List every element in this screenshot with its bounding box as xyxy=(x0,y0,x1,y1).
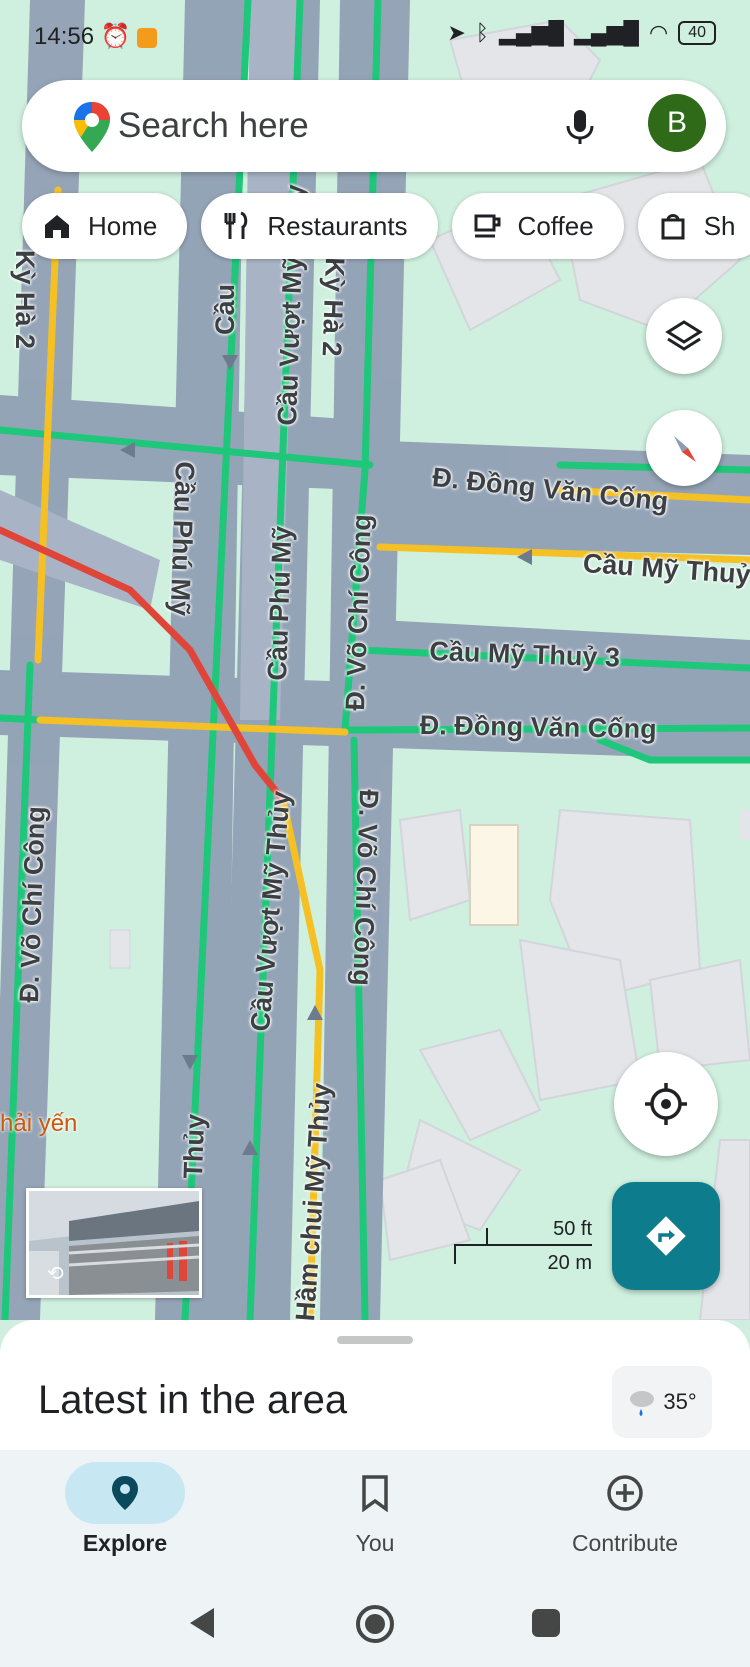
poi-label[interactable]: hải yến xyxy=(0,1110,77,1138)
road-label: Cầu Mỹ Thuỷ 3 xyxy=(428,636,621,673)
app-notification-icon xyxy=(137,27,158,48)
chip-label: Coffee xyxy=(517,210,594,241)
system-navigation-bar xyxy=(0,1570,750,1667)
chip-shopping[interactable]: Sh xyxy=(637,193,750,259)
rotate-360-icon: ⟲ xyxy=(47,1263,64,1285)
road-label: Cầu Phú Mỹ xyxy=(164,460,200,617)
weather-temp: 35° xyxy=(663,1389,697,1414)
chip-label: Restaurants xyxy=(267,210,408,241)
rain-cloud-icon xyxy=(630,1391,655,1416)
chip-coffee[interactable]: Coffee xyxy=(451,193,624,259)
map-scale: 50 ft 20 m xyxy=(452,1214,592,1274)
coffee-cup-icon xyxy=(470,209,504,243)
bottom-sheet[interactable]: Latest in the area 35° xyxy=(0,1320,750,1450)
status-time: 14:56 ⏰ xyxy=(34,22,158,51)
wifi-icon: ◠ xyxy=(649,20,669,45)
nav-you[interactable]: You xyxy=(300,1462,450,1557)
recents-icon[interactable] xyxy=(530,1607,562,1639)
signal-icon-2: ▂▄▆█ xyxy=(573,20,639,45)
location-pin-icon xyxy=(112,1476,138,1510)
nav-label: You xyxy=(355,1530,395,1556)
category-chips: Home Restaurants Coffee Sh xyxy=(22,193,750,263)
status-icons: ➤ ᛒ ▂▄▆█ ▂▄▆█ ◠ 40 xyxy=(447,20,716,46)
nav-label: Contribute xyxy=(571,1530,679,1556)
sheet-title: Latest in the area xyxy=(38,1378,348,1422)
chip-label: Home xyxy=(88,210,158,241)
search-bar[interactable]: Search here B xyxy=(22,80,726,172)
crosshair-icon xyxy=(645,1083,687,1125)
road-label: Kỳ Hà 2 xyxy=(316,256,350,358)
chip-restaurants[interactable]: Restaurants xyxy=(201,193,438,259)
scale-meters: 20 m xyxy=(547,1252,592,1274)
status-bar: 14:56 ⏰ ➤ ᛒ ▂▄▆█ ▂▄▆█ ◠ 40 xyxy=(0,0,750,70)
layers-icon xyxy=(665,320,703,351)
chip-label: Sh xyxy=(703,210,736,241)
compass-icon xyxy=(674,436,696,462)
directions-icon xyxy=(646,1216,686,1256)
road-label: Cầu Phú Mỹ xyxy=(262,525,298,682)
road-label: Đ. Đồng Văn Cống xyxy=(419,710,657,745)
shopping-bag-icon xyxy=(656,209,690,243)
my-location-button[interactable] xyxy=(614,1052,718,1156)
nav-label: Explore xyxy=(82,1530,168,1556)
bookmark-icon xyxy=(362,1475,388,1512)
back-icon[interactable] xyxy=(186,1606,218,1640)
sheet-drag-handle[interactable] xyxy=(337,1336,413,1344)
add-circle-icon xyxy=(607,1475,643,1511)
search-input[interactable]: Search here xyxy=(118,106,309,146)
street-view-thumbnail[interactable]: ⟲ xyxy=(26,1188,202,1298)
compass-button[interactable] xyxy=(646,410,722,486)
home-circle-icon[interactable] xyxy=(355,1604,395,1644)
battery-icon: 40 xyxy=(678,21,716,45)
signal-icon: ▂▄▆█ xyxy=(498,20,564,45)
avatar[interactable]: B xyxy=(648,94,706,152)
weather-badge[interactable]: 35° xyxy=(612,1366,712,1438)
bluetooth-icon: ᛒ xyxy=(475,20,489,45)
nav-contribute[interactable]: Contribute xyxy=(550,1462,700,1557)
road-label: Cầu xyxy=(210,283,240,335)
microphone-icon[interactable] xyxy=(560,106,600,146)
road-label: Kỳ Hà 2 xyxy=(10,250,40,350)
scale-feet: 50 ft xyxy=(553,1218,592,1240)
nav-explore[interactable]: Explore xyxy=(50,1462,200,1557)
chip-home[interactable]: Home xyxy=(22,193,188,259)
fork-knife-icon xyxy=(219,209,253,243)
layers-button[interactable] xyxy=(646,298,722,374)
directions-button[interactable] xyxy=(612,1182,720,1290)
road-label: Thủy xyxy=(178,1113,211,1180)
alarm-icon: ⏰ xyxy=(100,23,131,50)
location-arrow-icon: ➤ xyxy=(447,20,466,45)
bottom-navigation: Explore You Contribute xyxy=(0,1450,750,1570)
home-icon xyxy=(40,209,74,243)
google-maps-logo-icon xyxy=(74,102,110,152)
